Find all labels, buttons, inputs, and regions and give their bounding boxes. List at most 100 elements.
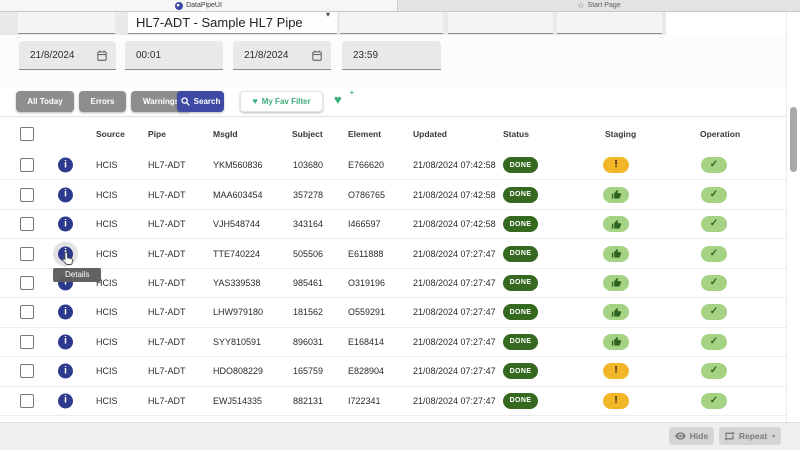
cell-msgid: TTE740224 (213, 249, 260, 259)
operation-check-badge[interactable]: ✓ (701, 157, 727, 173)
operation-check-badge[interactable]: ✓ (701, 216, 727, 232)
row-checkbox[interactable] (20, 364, 34, 378)
operation-check-badge[interactable]: ✓ (701, 393, 727, 409)
info-icon[interactable]: i (58, 393, 73, 408)
browser-tab-datapipeui[interactable]: DataPipeUI (0, 0, 398, 11)
select-all-checkbox[interactable] (20, 127, 34, 141)
filter-toolbar: All Today Errors Warnings Search ♥ My Fa… (0, 91, 800, 113)
pipe-form-row: HL7-ADT - Sample HL7 Pipe ▾ (0, 12, 800, 35)
cell-element: E828904 (348, 366, 384, 376)
calendar-icon[interactable] (312, 50, 322, 61)
cell-pipe: HL7-ADT (148, 278, 186, 288)
table-row: i HCIS HL7-ADT LHW979180 181562 O559291 … (0, 298, 786, 327)
info-icon[interactable]: i (58, 158, 73, 173)
date-from-value: 21/8/2024 (30, 50, 75, 61)
cell-element: E168414 (348, 337, 384, 347)
search-icon (181, 97, 190, 106)
staging-badge[interactable]: ! (603, 216, 629, 232)
check-icon: ✓ (710, 219, 718, 229)
thumb-up-icon (611, 277, 622, 288)
staging-badge[interactable]: ! (603, 275, 629, 291)
cell-msgid: YAS339538 (213, 278, 260, 288)
table-row: i HCIS HL7-ADT SYY810591 896031 E168414 … (0, 328, 786, 357)
cell-msgid: MAA603454 (213, 190, 263, 200)
repeat-icon (724, 431, 735, 441)
cell-pipe: HL7-ADT (148, 219, 186, 229)
staging-badge[interactable]: ! (603, 187, 629, 203)
add-favorite-button[interactable]: ♥ + (334, 93, 354, 111)
cell-element: I466597 (348, 219, 381, 229)
check-icon: ✓ (710, 307, 718, 317)
table-row: i HCIS HL7-ADT YAS339538 985461 O319196 … (0, 269, 786, 298)
info-icon[interactable]: i (58, 305, 73, 320)
cell-pipe: HL7-ADT (148, 190, 186, 200)
form-field-4[interactable] (448, 12, 553, 34)
operation-check-badge[interactable]: ✓ (701, 304, 727, 320)
row-checkbox[interactable] (20, 394, 34, 408)
row-checkbox[interactable] (20, 217, 34, 231)
check-icon: ✓ (710, 278, 718, 288)
operation-check-badge[interactable]: ✓ (701, 246, 727, 262)
cell-element: O786765 (348, 190, 385, 200)
row-checkbox[interactable] (20, 335, 34, 349)
operation-check-badge[interactable]: ✓ (701, 334, 727, 350)
thumb-up-icon (611, 248, 622, 259)
date-from-field[interactable]: 21/8/2024 (19, 41, 116, 70)
scrollbar-track[interactable] (786, 12, 800, 422)
status-badge: DONE (503, 216, 538, 232)
hide-button[interactable]: Hide (669, 427, 714, 445)
cell-element: E766620 (348, 160, 384, 170)
pipe-select[interactable]: HL7-ADT - Sample HL7 Pipe ▾ (128, 12, 337, 34)
time-to-field[interactable]: 23:59 (342, 41, 441, 70)
cell-msgid: YKM560836 (213, 160, 263, 170)
form-field-3[interactable] (340, 12, 443, 34)
table-row: i HCIS HL7-ADT TTE740224 505506 E611888 … (0, 239, 786, 268)
info-icon[interactable]: i (58, 217, 73, 232)
all-today-button[interactable]: All Today (16, 91, 74, 112)
cell-source: HCIS (96, 337, 118, 347)
calendar-icon[interactable] (97, 50, 107, 61)
row-checkbox[interactable] (20, 158, 34, 172)
staging-badge[interactable]: ! (603, 334, 629, 350)
date-to-field[interactable]: 21/8/2024 (233, 41, 331, 70)
check-icon: ✓ (710, 249, 718, 259)
form-field-left[interactable] (18, 12, 115, 34)
staging-badge[interactable]: ! (603, 363, 629, 379)
staging-badge[interactable]: ! (603, 393, 629, 409)
operation-check-badge[interactable]: ✓ (701, 187, 727, 203)
row-checkbox[interactable] (20, 247, 34, 261)
heart-icon: ♥ (252, 97, 257, 106)
browser-tab-strip: DataPipeUI ☆ Start Page (0, 0, 800, 12)
staging-badge[interactable]: ! (603, 157, 629, 173)
my-fav-filter-button[interactable]: ♥ My Fav Filter (240, 91, 323, 112)
warnings-label: Warnings (143, 97, 179, 106)
info-icon[interactable]: i (58, 187, 73, 202)
operation-check-badge[interactable]: ✓ (701, 275, 727, 291)
staging-badge[interactable]: ! (603, 246, 629, 262)
scrollbar-thumb[interactable] (790, 107, 797, 172)
cell-subject: 882131 (293, 396, 323, 406)
time-from-field[interactable]: 00:01 (125, 41, 223, 70)
cell-msgid: EWJ514335 (213, 396, 262, 406)
cell-element: I722341 (348, 396, 381, 406)
staging-badge[interactable]: ! (603, 304, 629, 320)
row-checkbox[interactable] (20, 276, 34, 290)
info-icon[interactable]: i (58, 364, 73, 379)
check-icon: ✓ (710, 396, 718, 406)
operation-check-badge[interactable]: ✓ (701, 363, 727, 379)
cell-source: HCIS (96, 249, 118, 259)
hide-label: Hide (690, 431, 708, 441)
info-icon[interactable]: i (58, 334, 73, 349)
status-badge: DONE (503, 393, 538, 409)
cell-updated: 21/08/2024 07:27:47 (413, 366, 496, 376)
row-checkbox[interactable] (20, 305, 34, 319)
browser-tab-start-page[interactable]: ☆ Start Page (398, 0, 800, 11)
search-button[interactable]: Search (177, 91, 224, 112)
form-field-5[interactable] (557, 12, 662, 34)
row-checkbox[interactable] (20, 188, 34, 202)
cell-pipe: HL7-ADT (148, 249, 186, 259)
errors-button[interactable]: Errors (79, 91, 126, 112)
cell-source: HCIS (96, 366, 118, 376)
repeat-button[interactable]: Repeat ▲ (719, 427, 781, 445)
datetime-filter-row: 21/8/2024 00:01 21/8/2024 23:59 (0, 35, 786, 88)
